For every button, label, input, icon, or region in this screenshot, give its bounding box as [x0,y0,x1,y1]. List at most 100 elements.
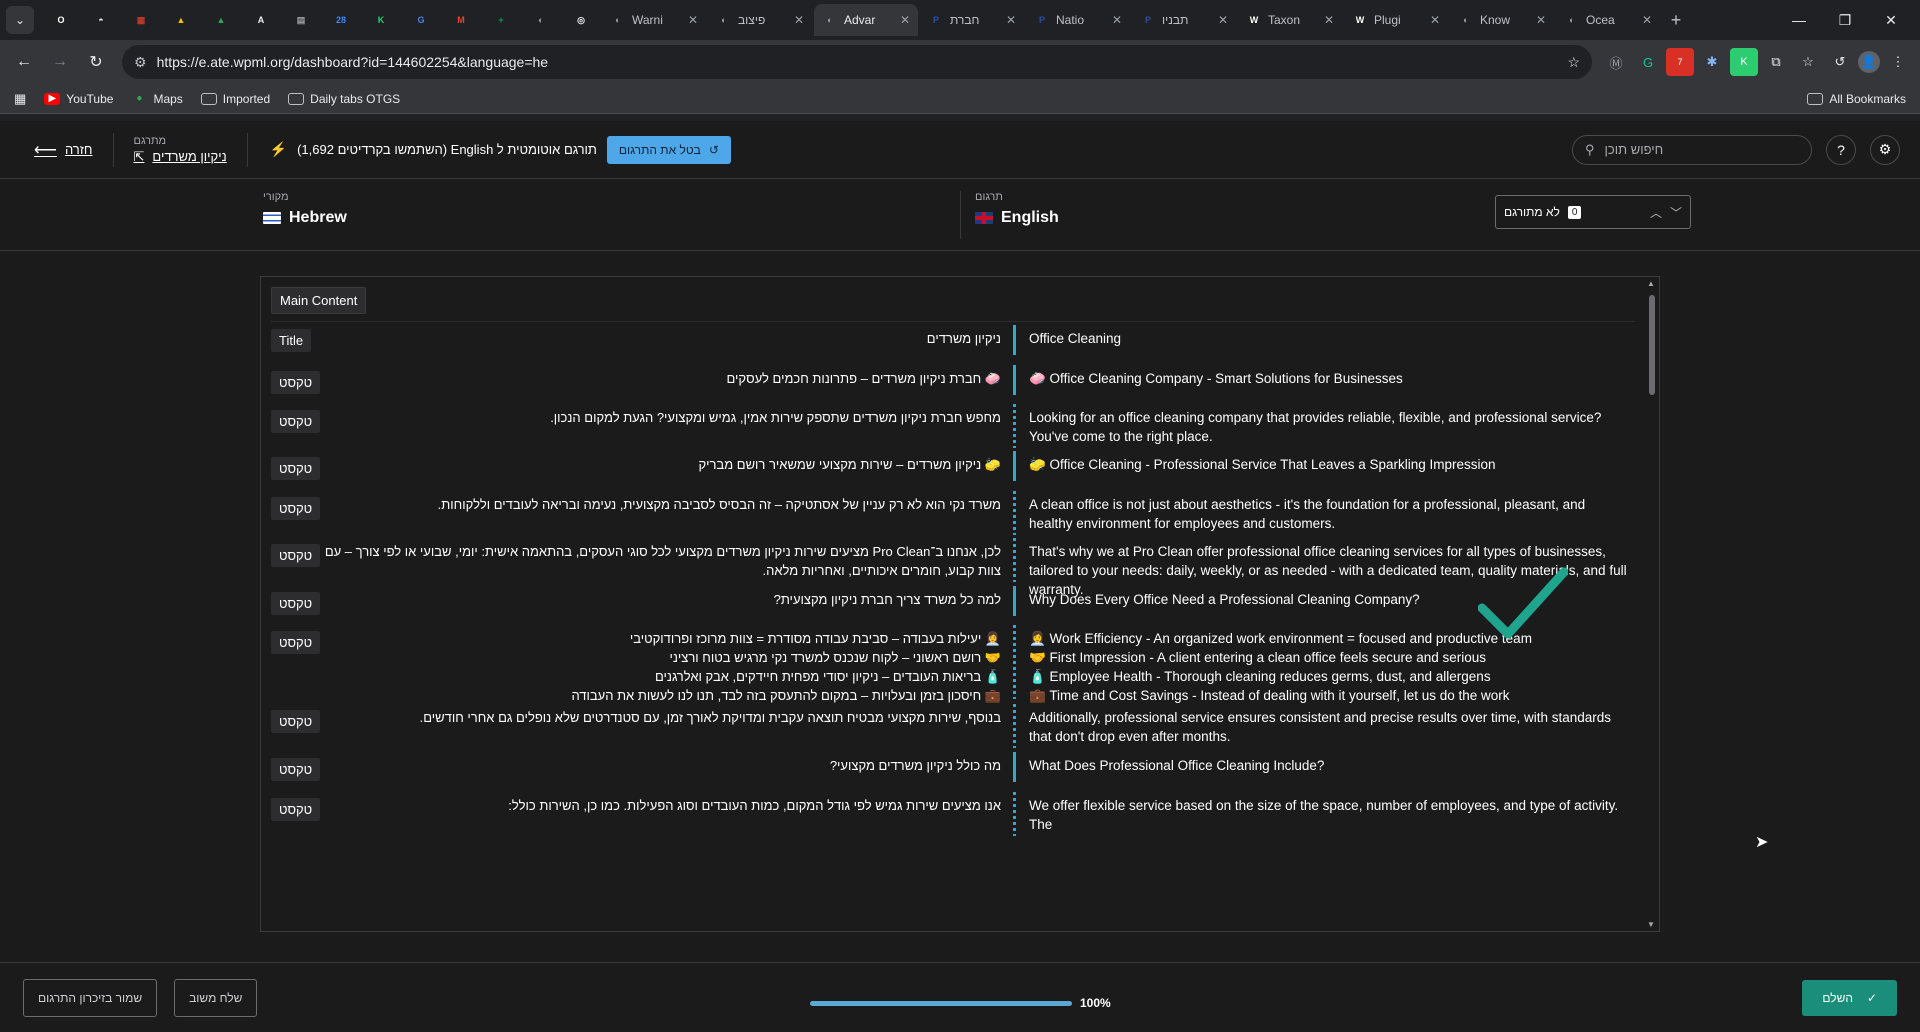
content-search-input[interactable]: ⚲ חיפוש תוכן [1572,134,1812,165]
tab-close-icon[interactable]: ✕ [1112,13,1122,27]
browser-tab[interactable]: ▲ [202,4,240,36]
tab-favicon-icon: W [1249,15,1259,25]
minimize-button[interactable]: — [1776,4,1822,36]
tab-search-button[interactable]: ⌄ [6,6,34,34]
browser-tab[interactable]: + [482,4,520,36]
scroll-down-icon[interactable]: ▼ [1647,920,1655,929]
bookmarks-star-icon[interactable]: ☆ [1794,48,1822,76]
browser-tab[interactable]: P Natio ✕ [1026,4,1130,36]
auto-translate-text: תורגם אוטומטית ל English (השתמשו בקרדיטי… [297,142,597,157]
browser-tab[interactable]: ◐ פיצוב ✕ [708,4,812,36]
browser-tab[interactable]: W Plugi ✕ [1344,4,1448,36]
bolt-icon: ⚡ [269,141,288,157]
help-icon[interactable]: ? [1826,134,1856,165]
browser-tab[interactable]: W Taxon ✕ [1238,4,1342,36]
ext-red-icon[interactable]: 7 [1666,48,1694,76]
browser-tab[interactable]: 28 [322,4,360,36]
scrollbar[interactable]: ▲ ▼ [1645,277,1659,931]
back-nav-button[interactable]: ← [8,46,40,78]
reload-button[interactable]: ↻ [80,46,112,78]
segment-status-bar [1013,625,1016,699]
translation-text[interactable]: We offer flexible service based on the s… [1029,796,1629,834]
restore-button[interactable]: ❐ [1822,4,1868,36]
translation-text[interactable]: Office Cleaning [1029,329,1629,348]
browser-tab[interactable]: P חברת ✕ [920,4,1024,36]
all-bookmarks[interactable]: All Bookmarks [1807,92,1906,106]
maps-icon: ● [136,93,143,104]
bookmark-star-icon[interactable]: ☆ [1567,54,1580,71]
browser-tab[interactable]: K [362,4,400,36]
site-info-icon[interactable]: ⚙ [134,54,147,71]
browser-tab[interactable]: O [42,4,80,36]
tab-close-icon[interactable]: ✕ [794,13,804,27]
scroll-up-icon[interactable]: ▲ [1647,279,1655,288]
send-feedback-button[interactable]: שלח משוב [174,978,258,1017]
ext-blue-icon[interactable]: ✱ [1698,48,1726,76]
new-tab-button[interactable]: + [1662,6,1690,34]
browser-tab[interactable]: A [242,4,280,36]
header-actions: ⚲ חיפוש תוכן ? ⚙ [1572,134,1900,165]
source-text: מה כולל ניקיון משרדים מקצועי? [829,758,1001,773]
chevron-up-icon[interactable]: ︿ [1650,204,1662,221]
browser-tab[interactable]: ◓ [82,4,120,36]
apps-grid-icon[interactable]: ▦ [14,91,26,107]
bookmark-youtube[interactable]: ▶ YouTube [44,92,113,106]
scroll-thumb[interactable] [1649,295,1655,395]
segment-status-bar [1013,752,1016,782]
tab-close-icon[interactable]: ✕ [1642,13,1652,27]
close-window-button[interactable]: ✕ [1868,4,1914,36]
translation-text[interactable]: Additionally, professional service ensur… [1029,708,1629,746]
bookmark-imported[interactable]: Imported [200,92,270,106]
tab-close-icon[interactable]: ✕ [1324,13,1334,27]
job-name-link[interactable]: ⇱ ניקיון משרדים [134,149,227,165]
translation-text[interactable]: Looking for an office cleaning company t… [1029,408,1629,446]
tab-title: Advar [844,13,876,27]
translation-text[interactable]: What Does Professional Office Cleaning I… [1029,756,1629,775]
address-bar[interactable]: ⚙ https://e.ate.wpml.org/dashboard?id=14… [122,45,1592,79]
israel-flag-icon [263,212,281,224]
browser-tab[interactable]: ◐ Warni ✕ [602,4,706,36]
chevron-down-icon[interactable]: ﹀ [1670,204,1682,221]
tab-close-icon[interactable]: ✕ [900,13,910,27]
browser-menu-icon[interactable]: ⋮ [1884,48,1912,76]
source-text: 🧼 חברת ניקיון משרדים – פתרונות חכמים לעס… [726,371,1001,386]
ext-k-icon[interactable]: K [1730,48,1758,76]
profile-avatar[interactable]: 👤 [1858,51,1880,73]
browser-tab[interactable]: G [402,4,440,36]
back-link[interactable]: ⟵ חזרה [20,140,107,160]
browser-tab[interactable]: ◐ Advar ✕ [814,4,918,36]
untranslated-navigator[interactable]: לא מתורגם 0 ︿ ﹀ [1495,195,1691,229]
folder-icon [1807,92,1824,105]
browser-tab[interactable]: ◐ Know ✕ [1450,4,1554,36]
browser-tab[interactable]: ◐ [522,4,560,36]
browser-tab[interactable]: P תבניו ✕ [1132,4,1236,36]
translation-text[interactable]: 🧼 Office Cleaning Company - Smart Soluti… [1029,369,1629,388]
ext-grammarly-icon[interactable]: G [1634,48,1662,76]
bookmark-maps[interactable]: ● Maps [131,92,182,106]
bookmark-daily-tabs[interactable]: Daily tabs OTGS [288,92,400,106]
settings-gear-icon[interactable]: ⚙ [1870,134,1900,165]
tab-close-icon[interactable]: ✕ [1006,13,1016,27]
translation-text[interactable]: A clean office is not just about aesthet… [1029,495,1629,533]
cancel-translation-button[interactable]: בטל את התרגום ↺ [606,135,731,164]
ext-m-icon[interactable]: Ⓜ [1602,48,1630,76]
history-icon[interactable]: ↺ [1826,48,1854,76]
tab-close-icon[interactable]: ✕ [1218,13,1228,27]
browser-tab[interactable]: M [442,4,480,36]
tab-close-icon[interactable]: ✕ [1430,13,1440,27]
forward-nav-button[interactable]: → [44,46,76,78]
tab-title: תבניו [1162,13,1189,27]
browser-tab[interactable]: ▤ [282,4,320,36]
browser-tab[interactable]: ▲ [162,4,200,36]
untranslated-count: 0 [1567,205,1582,219]
browser-tab[interactable]: ▦ [122,4,160,36]
extensions-icon[interactable]: ⧉ [1762,48,1790,76]
tab-close-icon[interactable]: ✕ [688,13,698,27]
tab-close-icon[interactable]: ✕ [1536,13,1546,27]
translation-text[interactable]: 🧽 Office Cleaning - Professional Service… [1029,455,1629,474]
save-to-memory-button[interactable]: שמור בזיכרון התרגום [23,978,158,1017]
segment-status-bar [1013,792,1016,836]
browser-tab[interactable]: ◐ Ocea ✕ [1556,4,1660,36]
browser-tab[interactable]: ◎ [562,4,600,36]
complete-button[interactable]: השלם ✓ [1802,979,1897,1016]
